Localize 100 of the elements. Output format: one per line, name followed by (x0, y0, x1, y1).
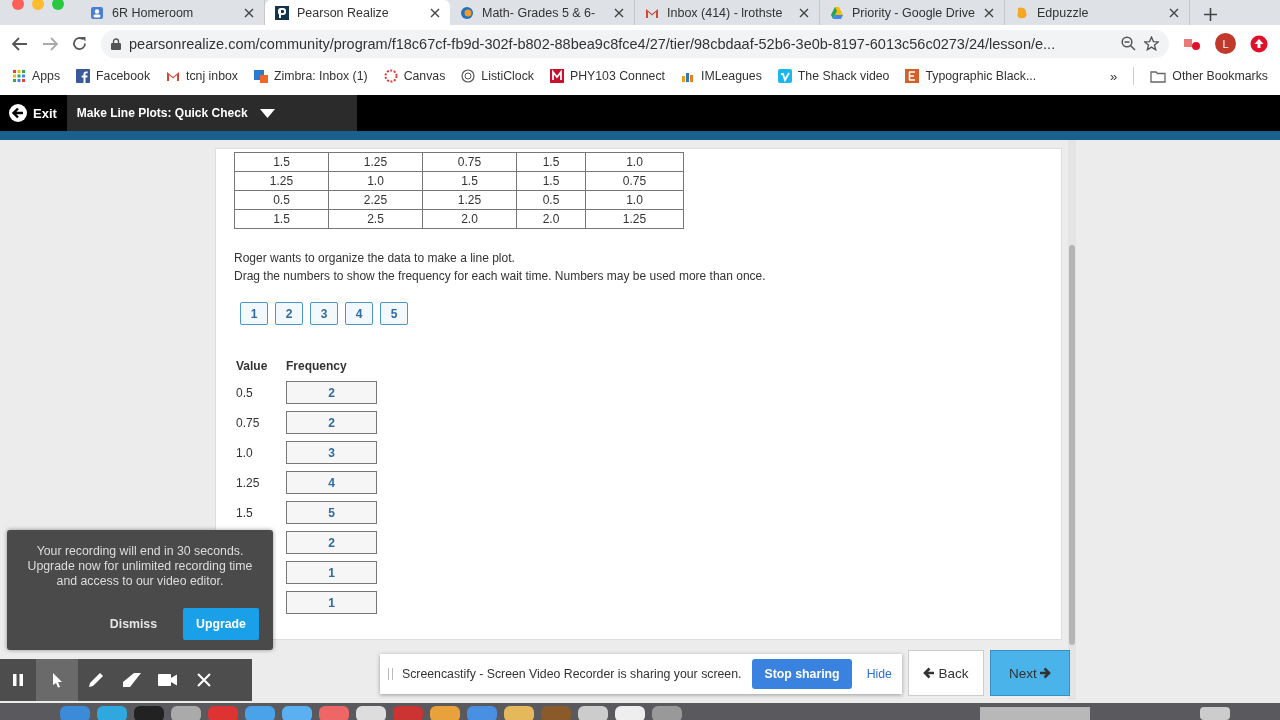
value-label: 0.75 (236, 415, 261, 430)
sharing-message: Screencastify - Screen Video Recorder is sharing your screen. (402, 667, 742, 681)
bookmark-icon (461, 69, 476, 83)
number-tile[interactable]: 3 (310, 302, 338, 325)
close-icon[interactable] (430, 7, 440, 18)
table-cell: 2.25 (328, 190, 423, 210)
number-tile[interactable]: 4 (345, 302, 373, 325)
back-arrow-icon[interactable] (12, 36, 28, 51)
close-icon[interactable] (984, 7, 994, 18)
close-icon[interactable] (614, 7, 624, 18)
pen-icon (87, 671, 105, 689)
bookmark[interactable]: PHY103 Connect (549, 69, 665, 83)
table-cell: 1.0 (585, 190, 684, 210)
number-tile[interactable]: 2 (275, 302, 303, 325)
table-cell: 2.5 (328, 209, 423, 229)
frequency-box[interactable]: 2 (286, 381, 377, 404)
tool-button[interactable] (36, 659, 78, 701)
caret-icon (259, 108, 275, 118)
bookmark[interactable]: Canvas (383, 69, 446, 83)
frequency-box[interactable]: 4 (286, 471, 377, 494)
table-cell: 2.0 (516, 209, 586, 229)
frequency-box[interactable]: 3 (286, 441, 377, 464)
star-icon[interactable] (1144, 36, 1159, 51)
more-bookmarks[interactable]: » (1110, 68, 1118, 84)
camera-icon (158, 674, 178, 686)
frequency-box[interactable]: 1 (286, 591, 377, 614)
back-arrow-icon (923, 667, 936, 679)
table-cell: 1.25 (585, 209, 684, 229)
favicon-icon (275, 5, 289, 20)
eraser-icon (122, 672, 142, 688)
table-cell: 1.25 (328, 152, 423, 172)
bookmark-icon (383, 69, 398, 83)
popup-message: Your recording will end in 30 seconds. Upgrade now for unlimited recording time and access to our video editor. (26, 544, 254, 589)
table-cell: 1.25 (422, 190, 517, 210)
bookmark-icon (549, 69, 564, 83)
table-cell: 1.5 (422, 171, 517, 191)
forward-arrow-icon (1038, 667, 1051, 679)
zoom-out-icon[interactable] (1121, 36, 1136, 51)
update-icon[interactable] (1250, 34, 1268, 53)
new-tab-icon[interactable] (1204, 8, 1217, 21)
back-button[interactable]: Back (908, 650, 984, 696)
browser-tab[interactable]: Pearson Realize (265, 0, 450, 25)
favicon-icon (90, 5, 104, 20)
pause-icon (12, 673, 24, 687)
bookmark[interactable]: tcnj inbox (166, 69, 238, 83)
bookmark-icon (777, 69, 792, 83)
lock-icon (111, 37, 121, 50)
close-icon[interactable] (244, 7, 254, 18)
frequency-box[interactable]: 5 (286, 501, 377, 524)
reload-icon[interactable] (72, 36, 87, 51)
close-icon (197, 673, 211, 687)
value-label: 1.5 (236, 505, 254, 520)
number-tile[interactable]: 5 (380, 302, 408, 325)
favicon-icon (1015, 5, 1029, 20)
folder-icon (1150, 69, 1167, 83)
instruction-text: Roger wants to organize the data to make a line plot. (234, 250, 516, 267)
bookmark[interactable]: Apps (12, 69, 61, 83)
number-tile[interactable]: 1 (240, 302, 268, 325)
table-cell: 1.5 (516, 152, 586, 172)
table-cell: 0.5 (234, 190, 329, 210)
hide-link[interactable]: Hide (860, 666, 898, 682)
table-cell: 1.5 (516, 171, 586, 191)
bookmark[interactable]: IMLeagues (681, 69, 762, 83)
close-icon[interactable] (1169, 7, 1179, 18)
close-icon[interactable] (799, 7, 809, 18)
scrollbar[interactable] (1068, 140, 1076, 700)
bookmark-icon (166, 69, 181, 83)
table-cell: 1.0 (585, 152, 684, 172)
lesson-dropdown[interactable]: Make Line Plots: Quick Check (66, 95, 357, 131)
bookmark[interactable]: The Shack video (777, 69, 890, 83)
bookmark[interactable]: Other Bookmarks (1150, 69, 1268, 83)
address-bar[interactable]: pearsonrealize.com/community/program/f18c67cf-fb9d-302f-b802-88bea9c8fce4/27/tier/98cbdaaf-52b6-3e0b-8197-6013c56c0273/24/lesson/e... (101, 29, 1169, 58)
column-header: Frequency (286, 359, 348, 373)
favicon-icon (830, 5, 844, 20)
favicon-icon (460, 5, 474, 20)
bookmark-icon (12, 69, 26, 83)
extension-icon[interactable] (1183, 36, 1201, 51)
bookmark[interactable]: Typographic Black... (905, 69, 1037, 83)
stop-sharing-button[interactable]: Stop sharing (752, 659, 852, 689)
bookmark-icon (905, 69, 920, 83)
bookmark[interactable]: Zimbra: Inbox (1) (254, 69, 368, 83)
bookmark[interactable]: Facebook (76, 69, 151, 83)
next-button[interactable]: Next (990, 650, 1070, 696)
value-label: 1.25 (236, 475, 261, 490)
dismiss-button[interactable]: Dismiss (103, 616, 163, 632)
back-arrow-icon (9, 104, 27, 122)
bookmark[interactable]: ListiClock (461, 69, 534, 83)
value-label: 1.0 (236, 445, 254, 460)
bookmark-icon (76, 69, 91, 83)
value-label: 0.5 (236, 385, 254, 400)
frequency-box[interactable]: 2 (286, 411, 377, 434)
profile-avatar[interactable]: L (1215, 33, 1236, 54)
exit-button[interactable]: Exit (0, 95, 67, 131)
instruction-text: Drag the numbers to show the frequency for each wait time. Numbers may be used more than once. (234, 268, 767, 285)
column-header: Value (236, 359, 269, 373)
frequency-box[interactable]: 2 (286, 531, 377, 554)
bookmark-icon (254, 69, 268, 83)
frequency-box[interactable]: 1 (286, 561, 377, 584)
pointer-icon (51, 672, 63, 688)
table-cell: 1.5 (234, 152, 329, 172)
